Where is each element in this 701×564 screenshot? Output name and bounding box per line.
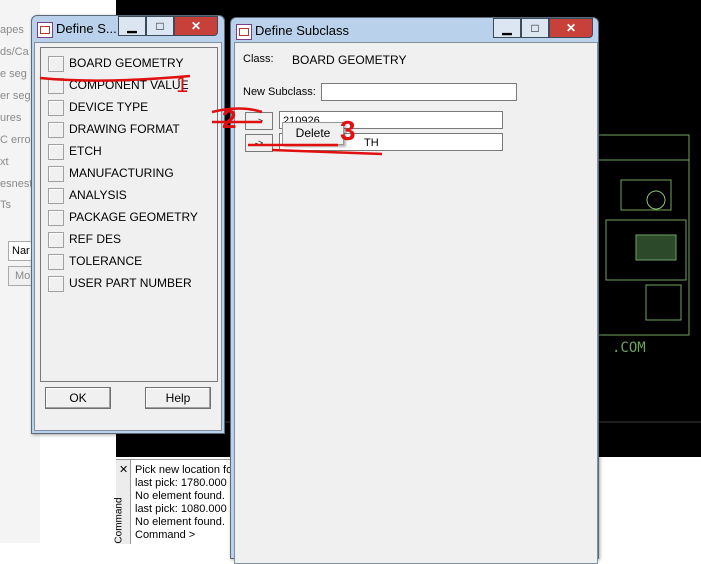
background-side-text: Ts — [0, 199, 11, 211]
background-side-text: e seg — [0, 68, 27, 80]
window-title: Define Subclass — [255, 23, 349, 38]
class-item-label: REF DES — [69, 232, 122, 246]
subclass-item[interactable]: Place_Grid_Top — [284, 335, 362, 347]
help-button[interactable]: Help — [145, 387, 211, 409]
ok-button[interactable]: OK — [45, 387, 111, 409]
class-item-label: TOLERANCE — [69, 254, 143, 268]
background-side-text: C erro — [0, 134, 31, 146]
subclass-item[interactable]: Silkscreen_Bottom — [284, 379, 376, 391]
subclass-item[interactable]: Soldermask_Top — [284, 445, 366, 457]
close-icon[interactable]: ✕ — [174, 16, 218, 36]
subclass-item[interactable]: Outline — [284, 291, 319, 303]
console-line: Pick new location fo — [135, 464, 233, 476]
class-item-label: DRAWING FORMAT — [69, 122, 180, 136]
class-list: BOARD GEOMETRY COMPONENT VALUE DEVICE TYPE… — [40, 47, 218, 382]
minimize-icon[interactable]: ▁ — [118, 16, 146, 36]
define-class-window: Define S... ▁ □ ✕ BOARD GEOMETRY COMPONEN… — [31, 15, 225, 434]
console-line: No element found. — [135, 516, 225, 528]
caption-buttons: ▁ □ ✕ — [118, 16, 218, 36]
app-icon — [236, 24, 252, 40]
class-item-label: USER PART NUMBER — [69, 276, 192, 290]
class-checkbox[interactable] — [48, 100, 64, 116]
class-item-label: ANALYSIS — [69, 188, 127, 202]
class-label: Class: — [243, 53, 274, 65]
delete-menu-item[interactable]: Delete — [283, 123, 343, 144]
subclass-item[interactable]: Top_Room — [284, 533, 337, 545]
class-checkbox[interactable] — [48, 210, 64, 226]
background-side-text: ures — [0, 112, 22, 124]
context-menu: Delete — [282, 122, 344, 145]
class-checkbox[interactable] — [48, 232, 64, 248]
console-tab: ✕ Command — [113, 460, 131, 544]
caption-buttons: ▁ □ ✕ — [493, 18, 593, 38]
define-subclass-client: Class: BOARD GEOMETRY New Subclass: -> 2… — [234, 42, 598, 564]
subclass-item[interactable]: Bottom_Room — [284, 225, 354, 237]
subclass-item[interactable]: Assembly_Detail — [284, 159, 366, 171]
subclass-item[interactable]: Soldermask_Bottom — [284, 423, 383, 435]
class-value: BOARD GEOMETRY — [292, 53, 407, 67]
class-checkbox[interactable] — [48, 188, 64, 204]
subclass-item[interactable]: Off_Grid_Area — [284, 269, 355, 281]
console-close-icon[interactable]: ✕ — [119, 463, 128, 476]
define-class-client: BOARD GEOMETRY COMPONENT VALUE DEVICE TYPE… — [34, 42, 222, 431]
console-line: last pick: 1780.000 — [135, 477, 227, 489]
new-subclass-input[interactable] — [321, 83, 517, 101]
class-checkbox[interactable] — [48, 78, 64, 94]
class-item-label: ETCH — [69, 144, 102, 158]
console-line: last pick: 1080.000 — [135, 503, 227, 515]
subclass-item[interactable]: Switch_Area_Bottom — [284, 467, 387, 479]
class-checkbox[interactable] — [48, 144, 64, 160]
minimize-icon[interactable]: ▁ — [493, 18, 521, 38]
window-title: Define S... — [56, 21, 117, 36]
new-subclass-label: New Subclass: — [243, 86, 316, 98]
subclass-item[interactable]: Silkscreen_Top — [284, 401, 359, 413]
console-tab-label: Command — [113, 497, 125, 544]
class-item-label: MANUFACTURING — [69, 166, 174, 180]
subclass-row-arrow-button[interactable]: -> — [245, 134, 273, 152]
app-icon — [37, 22, 53, 38]
close-icon[interactable]: ✕ — [549, 18, 593, 38]
class-item-label: COMPONENT VALUE — [69, 78, 189, 92]
scrollbar-thumb[interactable] — [579, 128, 591, 543]
subclass-item[interactable]: Switch_Area_Top — [284, 489, 370, 501]
define-subclass-titlebar[interactable]: Define Subclass ▁ □ ✕ — [231, 18, 598, 44]
define-class-titlebar[interactable]: Define S... ▁ □ ✕ — [32, 16, 224, 42]
command-console: ✕ Command Pick new location fo last pick:… — [113, 459, 236, 544]
subclass-item[interactable]: Dimension — [284, 247, 336, 259]
subclass-item[interactable]: Both_Rooms — [284, 203, 348, 215]
subclass-item[interactable]: Plating_Bar — [284, 357, 341, 369]
class-item-label: DEVICE TYPE — [69, 100, 149, 114]
class-item-label: PACKAGE GEOMETRY — [69, 210, 198, 224]
class-checkbox[interactable] — [48, 276, 64, 292]
background-side-text: xt — [0, 156, 9, 168]
console-line: Command > — [135, 529, 196, 541]
board-silk-text: .COM — [612, 340, 646, 356]
background-side-text: apes — [0, 24, 24, 36]
maximize-icon[interactable]: □ — [146, 16, 174, 36]
class-item-label: BOARD GEOMETRY — [69, 56, 184, 70]
class-checkbox[interactable] — [48, 122, 64, 138]
subclass-item[interactable]: Assembly_Notes — [284, 181, 367, 193]
subclass-list: Assembly_Detail Assembly_Notes Both_Rooms B… — [238, 109, 594, 545]
background-side-text: ds/Ca — [0, 46, 29, 58]
subclass-row-arrow-button[interactable]: -> — [245, 112, 273, 130]
maximize-icon[interactable]: □ — [521, 18, 549, 38]
scroll-up-icon[interactable]: ▲ — [581, 113, 589, 122]
class-checkbox[interactable] — [48, 56, 64, 72]
console-line: No element found. — [135, 490, 225, 502]
define-subclass-window: Define Subclass ▁ □ ✕ Class: BOARD GEOME… — [230, 17, 599, 564]
vertical-scrollbar[interactable]: ▲ — [577, 110, 593, 543]
subclass-item[interactable]: Tooling_Corners — [284, 511, 364, 523]
class-checkbox[interactable] — [48, 254, 64, 270]
background-side-text: er seg — [0, 90, 31, 102]
subclass-item[interactable]: Place_Grid_Bottom — [284, 313, 379, 325]
class-checkbox[interactable] — [48, 166, 64, 182]
